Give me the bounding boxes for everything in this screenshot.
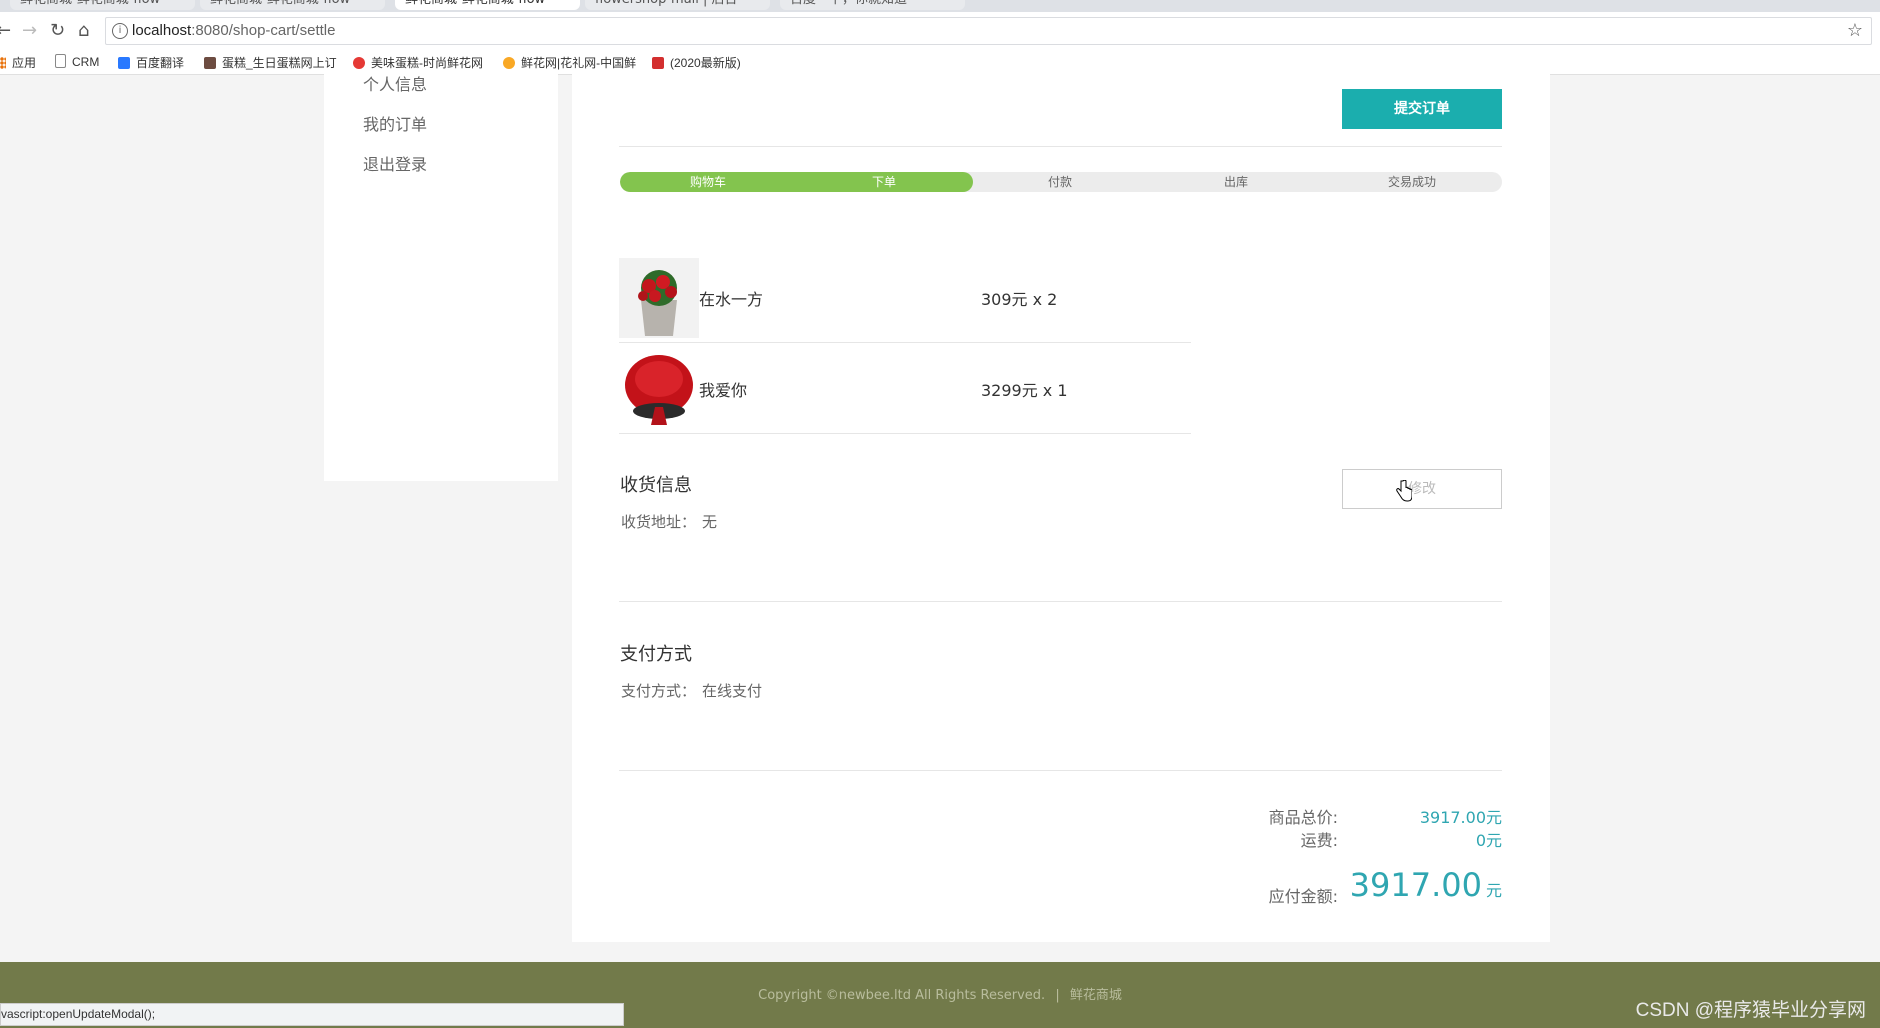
step-ship: 出库 [1223,175,1248,189]
watermark: CSDN @程序猿毕业分享网 [1635,1000,1866,1021]
bookmark-2020[interactable]: (2020最新版) [652,54,741,71]
reload-icon[interactable]: ↻ [50,20,65,41]
bookmark-crm[interactable]: CRM [55,54,99,69]
product-price-qty: 3299元 x 1 [981,381,1068,400]
url-input[interactable]: i localhost:8080/shop-cart/settle ☆ [105,17,1872,45]
bookmark-flower-gift[interactable]: 鲜花网|花礼网-中国鲜 [503,54,636,71]
copyright-text: Copyright ©newbee.ltd All Rights Reserve… [758,988,1046,1003]
sidebar-item-logout[interactable]: 退出登录 [363,151,427,175]
bookmark-star-icon[interactable]: ☆ [1847,20,1863,41]
bookmark-flower-cake[interactable]: 美味蛋糕-时尚鲜花网 [353,54,483,71]
address-bar: ← → ↻ ⌂ i localhost:8080/shop-cart/settl… [0,12,1880,48]
bookmarks-bar: 应用 CRM 百度翻译 蛋糕_生日蛋糕网上订 美味蛋糕-时尚鲜花网 鲜花网|花礼… [0,48,1880,75]
edit-address-button[interactable]: 修改 [1342,469,1502,509]
forward-icon[interactable]: → [22,20,37,41]
shipping-fee-value: 0元 [1475,831,1502,850]
apps-grid-icon [0,57,6,69]
footer-copyright: Copyright ©newbee.ltd All Rights Reserve… [0,984,1880,1003]
browser-tab-active[interactable]: 鲜花商城-鲜花商城-flow [395,0,580,10]
payable-unit: 元 [1485,881,1502,900]
site-info-icon[interactable]: i [112,23,128,39]
shipping-title: 收货信息 [620,475,692,496]
divider [619,601,1502,602]
home-icon[interactable]: ⌂ [78,20,89,41]
order-progress-bar: 购物车 下单 付款 出库 交易成功 [620,172,1502,192]
product-price-qty: 309元 x 2 [981,290,1058,309]
browser-tab[interactable]: 鲜花商城-鲜花商城-flow [200,0,385,10]
shipping-fee-label: 运费: [1300,831,1338,850]
order-item: 我爱你 3299元 x 1 [619,343,1191,434]
goods-total-value: 3917.00元 [1419,808,1502,827]
sidebar-item-orders[interactable]: 我的订单 [363,111,427,135]
cake-icon [204,57,216,69]
page-icon [55,54,66,68]
hand-cursor-icon [1396,480,1412,502]
browser-tab[interactable]: flowershop-mall | 后台 [585,0,770,10]
payable-amount: 3917.00 元 [1302,866,1502,904]
bookmark-baidu-translate[interactable]: 百度翻译 [118,54,184,71]
step-success: 交易成功 [1387,175,1436,189]
payment-method: 支付方式： 在线支付 [621,680,762,701]
submit-order-button[interactable]: 提交订单 [1342,89,1502,129]
step-order: 下单 [871,175,896,189]
goods-total-label: 商品总价: [1268,808,1338,827]
user-sidebar: 个人信息 我的订单 退出登录 [324,74,558,481]
shipping-address-value: 无 [702,513,718,531]
flower-icon [353,57,365,69]
bookmark-apps[interactable]: 应用 [0,54,36,71]
footer-separator: | [1055,988,1060,1003]
browser-tab[interactable]: 百度一下，你就知道 [780,0,965,10]
sidebar-item-profile[interactable]: 个人信息 [363,71,427,95]
order-settle-panel: 提交订单 购物车 下单 付款 出库 交易成功 在水一方 309元 x 2 我爱你… [572,74,1550,942]
url-text: localhost:8080/shop-cart/settle [132,22,336,39]
product-name: 我爱你 [699,381,748,400]
shipping-address-label: 收货地址： [621,513,697,531]
step-pay: 付款 [1047,175,1072,189]
red-rose-box-image [619,258,699,338]
shipping-address: 收货地址： 无 [621,511,717,532]
translate-icon [118,57,130,69]
back-icon[interactable]: ← [0,20,11,41]
browser-tab-strip: 鲜花商城-鲜花商城-flow 鲜花商城-鲜花商城-flow 鲜花商城-鲜花商城-… [0,0,1880,12]
divider [619,770,1502,771]
status-bar-link-preview: vascript:openUpdateModal(); [0,1003,624,1026]
flower-icon [503,57,515,69]
payment-title: 支付方式 [620,644,692,665]
c-logo-icon [652,57,664,69]
payment-method-label: 支付方式： [621,682,697,700]
red-rose-bouquet-image [619,349,699,429]
bookmark-cake[interactable]: 蛋糕_生日蛋糕网上订 [204,54,337,71]
step-cart: 购物车 [689,175,726,189]
browser-tab[interactable]: 鲜花商城-鲜花商城-flow [10,0,195,10]
order-item: 在水一方 309元 x 2 [619,252,1191,343]
payment-method-value: 在线支付 [702,682,763,700]
payable-value: 3917.00 [1349,866,1482,904]
product-name: 在水一方 [699,290,764,309]
footer-site-link[interactable]: 鲜花商城 [1070,988,1122,1003]
divider [619,146,1502,147]
